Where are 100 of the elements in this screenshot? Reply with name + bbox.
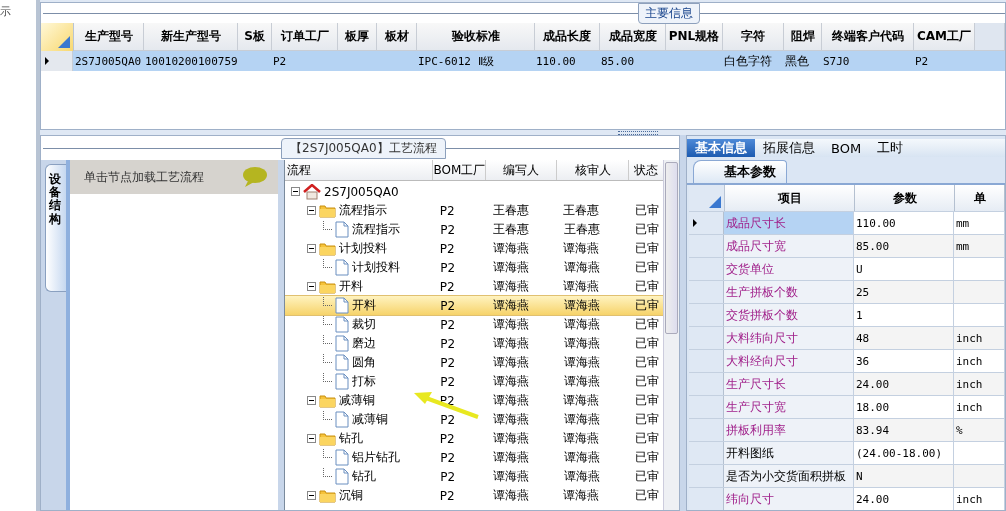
table-cell: 生产尺寸宽 xyxy=(726,398,786,416)
document-icon xyxy=(335,468,349,485)
folder-icon xyxy=(319,393,336,408)
row-pointer-icon xyxy=(45,57,49,65)
table-cell: 谭海燕 xyxy=(493,468,530,485)
table-row[interactable]: 生产尺寸宽 18.00 inch xyxy=(689,396,1005,419)
table-cell: 已审 xyxy=(635,297,659,314)
table-cell: 已审 xyxy=(635,221,659,238)
table-cell: inch xyxy=(954,327,1005,349)
tree-node-label: 开料 xyxy=(339,278,363,295)
tree-node-label: 2S7J005QA0 xyxy=(324,184,399,199)
table-cell: 谭海燕 xyxy=(563,468,600,485)
tab[interactable]: 基本信息 xyxy=(687,139,755,157)
tab[interactable]: 工时 xyxy=(869,139,912,157)
table-row[interactable]: 生产拼板个数 25 xyxy=(689,281,1005,304)
table-cell: 谭海燕 xyxy=(493,411,530,428)
table-row[interactable]: 交货单位 U xyxy=(689,258,1005,281)
table-cell: 王春惠 xyxy=(563,202,600,219)
panel-header: 单击节点加载工艺流程 xyxy=(84,168,204,186)
table-cell: 大料经向尺寸 xyxy=(726,352,798,370)
table-cell: 谭海燕 xyxy=(563,335,600,352)
tree-row[interactable]: 减薄铜 P2 谭海燕 谭海燕 已审 xyxy=(285,410,664,429)
folder-icon xyxy=(319,279,336,294)
table-cell: 谭海燕 xyxy=(563,259,600,276)
column-header[interactable]: 单 xyxy=(955,185,1005,211)
side-tab[interactable]: 设备结构 xyxy=(45,164,66,292)
tree-row[interactable]: 打标 P2 谭海燕 谭海燕 已审 xyxy=(285,372,664,391)
table-cell: 王春惠 xyxy=(563,221,600,238)
table-row[interactable]: 2S7J005QA0 10010200100759 P2 IPC-6012 Ⅱ级 110.00 85.00 白色字符 黑色 S7J0 P2 xyxy=(41,51,1005,71)
table-cell: P2 xyxy=(439,203,455,218)
collapse-icon[interactable] xyxy=(307,434,316,443)
column-header[interactable]: 核审人 xyxy=(557,160,629,180)
table-cell: U xyxy=(856,262,863,276)
tree-node-label: 计划投料 xyxy=(352,259,400,276)
tree-row[interactable]: 2S7J005QA0 xyxy=(285,182,664,201)
table-cell: 谭海燕 xyxy=(563,449,600,466)
column-header[interactable]: 编写人 xyxy=(486,160,558,180)
tree-row[interactable]: 铝片钻孔 P2 谭海燕 谭海燕 已审 xyxy=(285,448,664,467)
table-cell: inch xyxy=(954,373,1005,395)
table-cell: 48 xyxy=(856,331,870,345)
table-cell: 谭海燕 xyxy=(493,316,530,333)
scrollbar[interactable] xyxy=(663,160,679,510)
table-row[interactable]: 大料纬向尺寸 48 inch xyxy=(689,327,1005,350)
table-cell: P2 xyxy=(440,355,456,370)
table-row[interactable]: 交货拼板个数 1 xyxy=(689,304,1005,327)
table-cell: 谭海燕 xyxy=(492,430,529,447)
row-pointer-icon xyxy=(693,219,697,227)
splitter-grip[interactable] xyxy=(618,130,658,135)
column-header[interactable]: BOM工厂 xyxy=(433,160,487,180)
table-row[interactable]: 纬向尺寸 24.00 inch xyxy=(689,488,1005,510)
tree-row[interactable]: 沉铜 P2 谭海燕 谭海燕 已审 xyxy=(285,486,664,505)
folder-icon xyxy=(319,203,336,218)
table-row[interactable]: 生产尺寸长 24.00 inch xyxy=(689,373,1005,396)
tree-row[interactable]: 开料 P2 谭海燕 谭海燕 已审 xyxy=(285,277,664,296)
table-row[interactable]: 开料图纸 (24.00-18.00) xyxy=(689,442,1005,465)
table-cell: 拼板利用率 xyxy=(726,421,786,439)
table-cell: 已审 xyxy=(635,316,659,333)
collapse-icon[interactable] xyxy=(307,282,316,291)
table-cell: 谭海燕 xyxy=(563,240,600,257)
tree-row[interactable]: 开料 P2 谭海燕 谭海燕 已审 xyxy=(285,296,664,315)
tab[interactable]: 拓展信息 xyxy=(755,139,823,157)
house-icon xyxy=(303,183,321,200)
column-header[interactable]: 项目 xyxy=(725,185,855,211)
table-cell: mm xyxy=(954,235,1005,257)
table-row[interactable]: 拼板利用率 83.94 % xyxy=(689,419,1005,442)
row-header[interactable] xyxy=(689,212,724,234)
document-icon xyxy=(335,259,349,276)
table-row[interactable]: 大料经向尺寸 36 inch xyxy=(689,350,1005,373)
column-header[interactable]: 流程 xyxy=(285,160,434,180)
tree-row[interactable]: 钻孔 P2 谭海燕 谭海燕 已审 xyxy=(285,467,664,486)
table-cell: 谭海燕 xyxy=(563,316,600,333)
table-cell: inch xyxy=(954,396,1005,418)
tree-row[interactable]: 钻孔 P2 谭海燕 谭海燕 已审 xyxy=(285,429,664,448)
column-header[interactable]: 参数 xyxy=(855,185,955,211)
tab[interactable]: 基本参数 xyxy=(693,160,787,183)
tree-row[interactable]: 计划投料 P2 谭海燕 谭海燕 已审 xyxy=(285,239,664,258)
tree-row[interactable]: 流程指示 P2 王春惠 王春惠 已审 xyxy=(285,220,664,239)
table-cell: inch xyxy=(954,488,1005,510)
table-row[interactable]: 成品尺寸长 110.00 mm xyxy=(689,212,1005,235)
table-cell: P2 xyxy=(440,374,456,389)
tree-row[interactable]: 磨边 P2 谭海燕 谭海燕 已审 xyxy=(285,334,664,353)
collapse-icon[interactable] xyxy=(291,187,300,196)
collapse-icon[interactable] xyxy=(307,206,316,215)
table-cell: 大料纬向尺寸 xyxy=(726,329,798,347)
table-row[interactable]: 成品尺寸宽 85.00 mm xyxy=(689,235,1005,258)
table-cell: 成品尺寸长 xyxy=(726,214,786,232)
folder-icon xyxy=(319,241,336,256)
document-icon xyxy=(335,449,349,466)
tree-row[interactable]: 圆角 P2 谭海燕 谭海燕 已审 xyxy=(285,353,664,372)
tab[interactable]: BOM xyxy=(823,139,870,157)
tree-row[interactable]: 计划投料 P2 谭海燕 谭海燕 已审 xyxy=(285,258,664,277)
tree-row[interactable]: 裁切 P2 谭海燕 谭海燕 已审 xyxy=(285,315,664,334)
table-cell: 谭海燕 xyxy=(563,430,600,447)
collapse-icon[interactable] xyxy=(307,491,316,500)
collapse-icon[interactable] xyxy=(307,244,316,253)
table-cell: 谭海燕 xyxy=(492,278,529,295)
tree-row[interactable]: 流程指示 P2 王春惠 王春惠 已审 xyxy=(285,201,664,220)
table-row[interactable]: 是否为小交货面积拼板 N xyxy=(689,465,1005,488)
table-cell: P2 xyxy=(440,298,456,313)
collapse-icon[interactable] xyxy=(307,396,316,405)
